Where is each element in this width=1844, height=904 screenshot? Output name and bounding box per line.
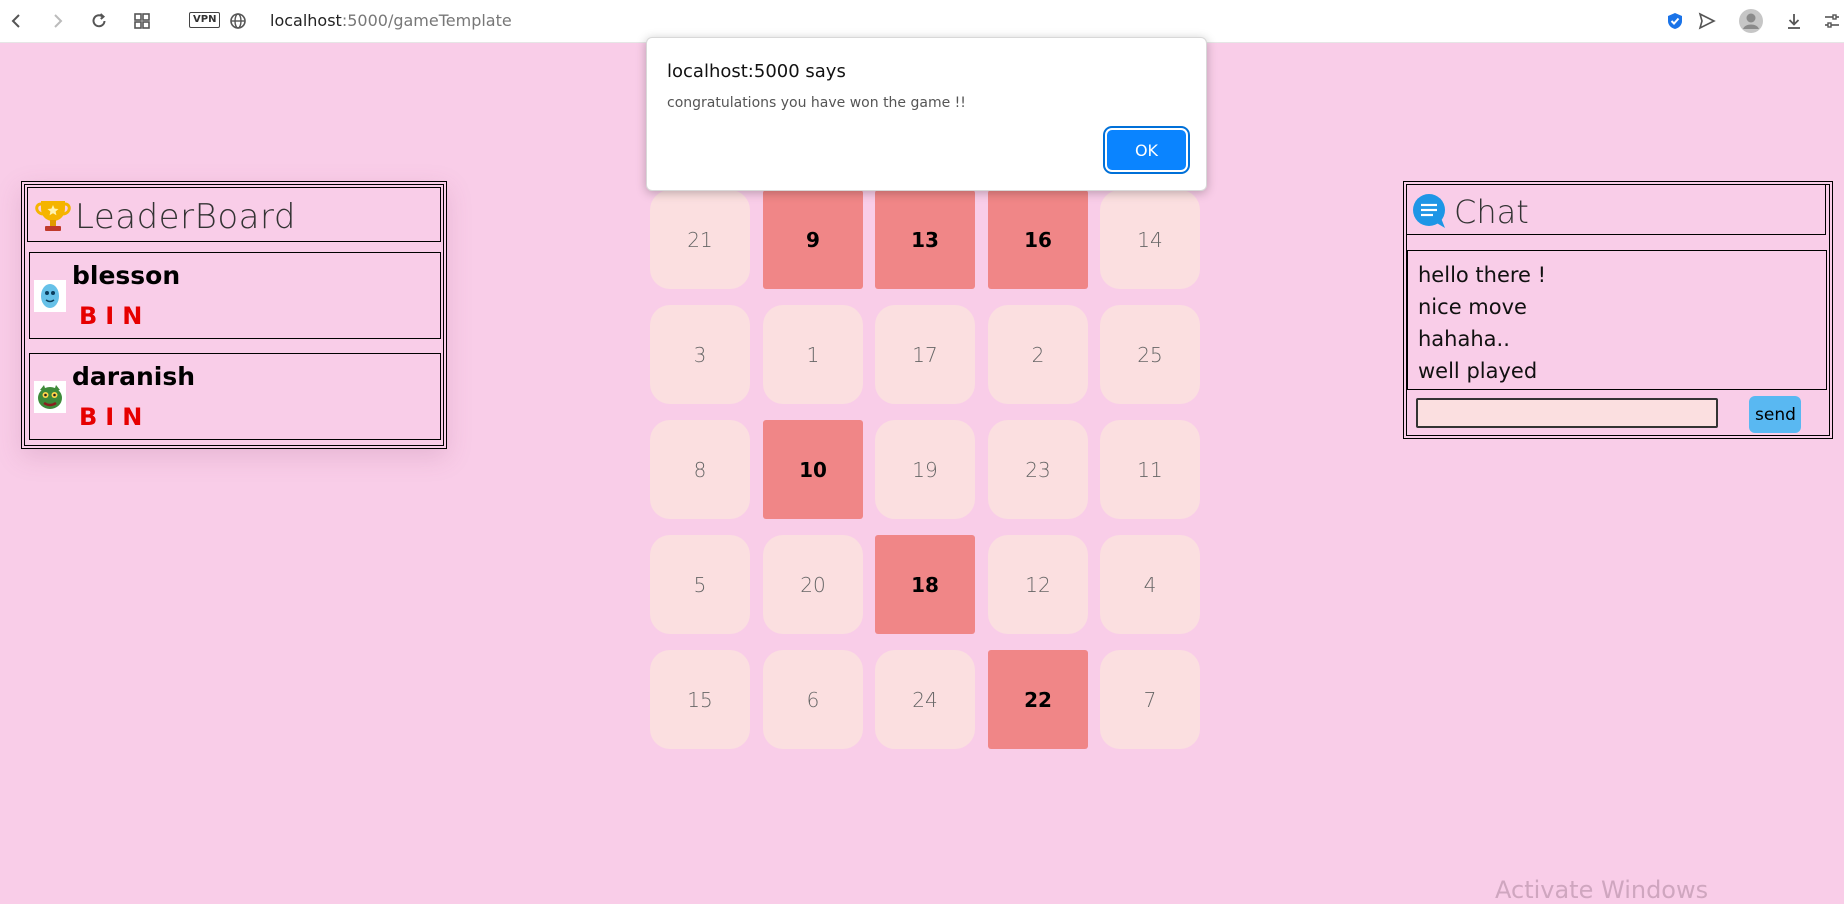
bingo-cell[interactable]: 7 <box>1100 650 1200 749</box>
bingo-cell[interactable]: 14 <box>1100 190 1200 289</box>
bingo-cell[interactable]: 17 <box>875 305 975 404</box>
chat-bubble-icon <box>1411 192 1449 235</box>
forward-icon[interactable] <box>45 9 69 33</box>
bingo-cell[interactable]: 20 <box>763 535 863 634</box>
tabs-grid-icon[interactable] <box>130 9 154 33</box>
bingo-cell[interactable]: 3 <box>650 305 750 404</box>
bingo-cell-marked[interactable]: 13 <box>875 190 975 289</box>
activate-windows-watermark: Activate Windows <box>1495 876 1709 904</box>
back-icon[interactable] <box>5 9 29 33</box>
bingo-cell-marked[interactable]: 16 <box>988 190 1088 289</box>
alert-dialog: localhost:5000 says congratulations you … <box>646 37 1207 191</box>
reload-icon[interactable] <box>87 9 111 33</box>
bingo-cell[interactable]: 11 <box>1100 420 1200 519</box>
bingo-cell[interactable]: 2 <box>988 305 1088 404</box>
bingo-cell-marked[interactable]: 18 <box>875 535 975 634</box>
avatar <box>34 381 66 413</box>
dialog-title: localhost:5000 says <box>667 61 846 82</box>
leaderboard-header: LeaderBoard <box>27 187 441 242</box>
chat-message-list: hello there ! nice move hahaha.. well pl… <box>1407 250 1827 390</box>
url-path: :5000/gameTemplate <box>341 11 512 30</box>
bingo-cell-marked[interactable]: 22 <box>988 650 1088 749</box>
bingo-cell[interactable]: 1 <box>763 305 863 404</box>
chat-message: hahaha.. <box>1418 327 1510 351</box>
bingo-cell[interactable]: 6 <box>763 650 863 749</box>
ok-button[interactable]: OK <box>1107 130 1186 170</box>
shield-check-icon[interactable] <box>1663 9 1687 33</box>
player-card: blesson BIN <box>29 252 441 339</box>
profile-avatar-icon[interactable] <box>1739 9 1763 33</box>
leaderboard-panel: LeaderBoard blesson BIN daranish BIN <box>21 181 447 449</box>
bingo-cell-marked[interactable]: 10 <box>763 420 863 519</box>
avatar <box>34 280 66 312</box>
chat-input[interactable] <box>1416 398 1718 428</box>
leaderboard-title: LeaderBoard <box>75 197 296 237</box>
chat-title: Chat <box>1454 193 1529 231</box>
send-button[interactable]: send <box>1749 396 1801 433</box>
url-host: localhost <box>270 11 342 30</box>
bingo-cell[interactable]: 4 <box>1100 535 1200 634</box>
bingo-cell-marked[interactable]: 9 <box>763 190 863 289</box>
bingo-cell[interactable]: 25 <box>1100 305 1200 404</box>
trophy-icon <box>34 196 72 239</box>
player-name: blesson <box>72 261 181 290</box>
bingo-cell[interactable]: 12 <box>988 535 1088 634</box>
bingo-cell[interactable]: 8 <box>650 420 750 519</box>
bingo-cell[interactable]: 24 <box>875 650 975 749</box>
chat-panel: Chat hello there ! nice move hahaha.. we… <box>1403 181 1833 439</box>
bingo-cell[interactable]: 21 <box>650 190 750 289</box>
chat-message: well played <box>1418 359 1538 383</box>
bingo-cell[interactable]: 5 <box>650 535 750 634</box>
player-bingo-progress: BIN <box>79 302 151 330</box>
player-bingo-progress: BIN <box>79 403 151 431</box>
bingo-cell[interactable]: 19 <box>875 420 975 519</box>
download-icon[interactable] <box>1782 9 1806 33</box>
dialog-message: congratulations you have won the game !! <box>667 95 966 111</box>
vpn-badge[interactable]: VPN <box>189 12 221 28</box>
address-bar[interactable]: localhost:5000/gameTemplate <box>270 11 512 30</box>
chat-message: hello there ! <box>1418 263 1547 287</box>
settings-sliders-icon[interactable] <box>1820 9 1844 33</box>
chat-message: nice move <box>1418 295 1527 319</box>
chat-header: Chat <box>1406 184 1826 235</box>
bingo-board: 21 9 13 16 14 3 1 17 2 25 8 10 19 23 11 5 20 18 12 4 15 6 24 22… <box>650 190 1201 752</box>
bingo-cell[interactable]: 23 <box>988 420 1088 519</box>
bingo-cell[interactable]: 15 <box>650 650 750 749</box>
send-arrow-icon[interactable] <box>1695 9 1719 33</box>
player-card: daranish BIN <box>29 353 441 440</box>
player-name: daranish <box>72 362 196 391</box>
globe-icon[interactable] <box>226 9 250 33</box>
